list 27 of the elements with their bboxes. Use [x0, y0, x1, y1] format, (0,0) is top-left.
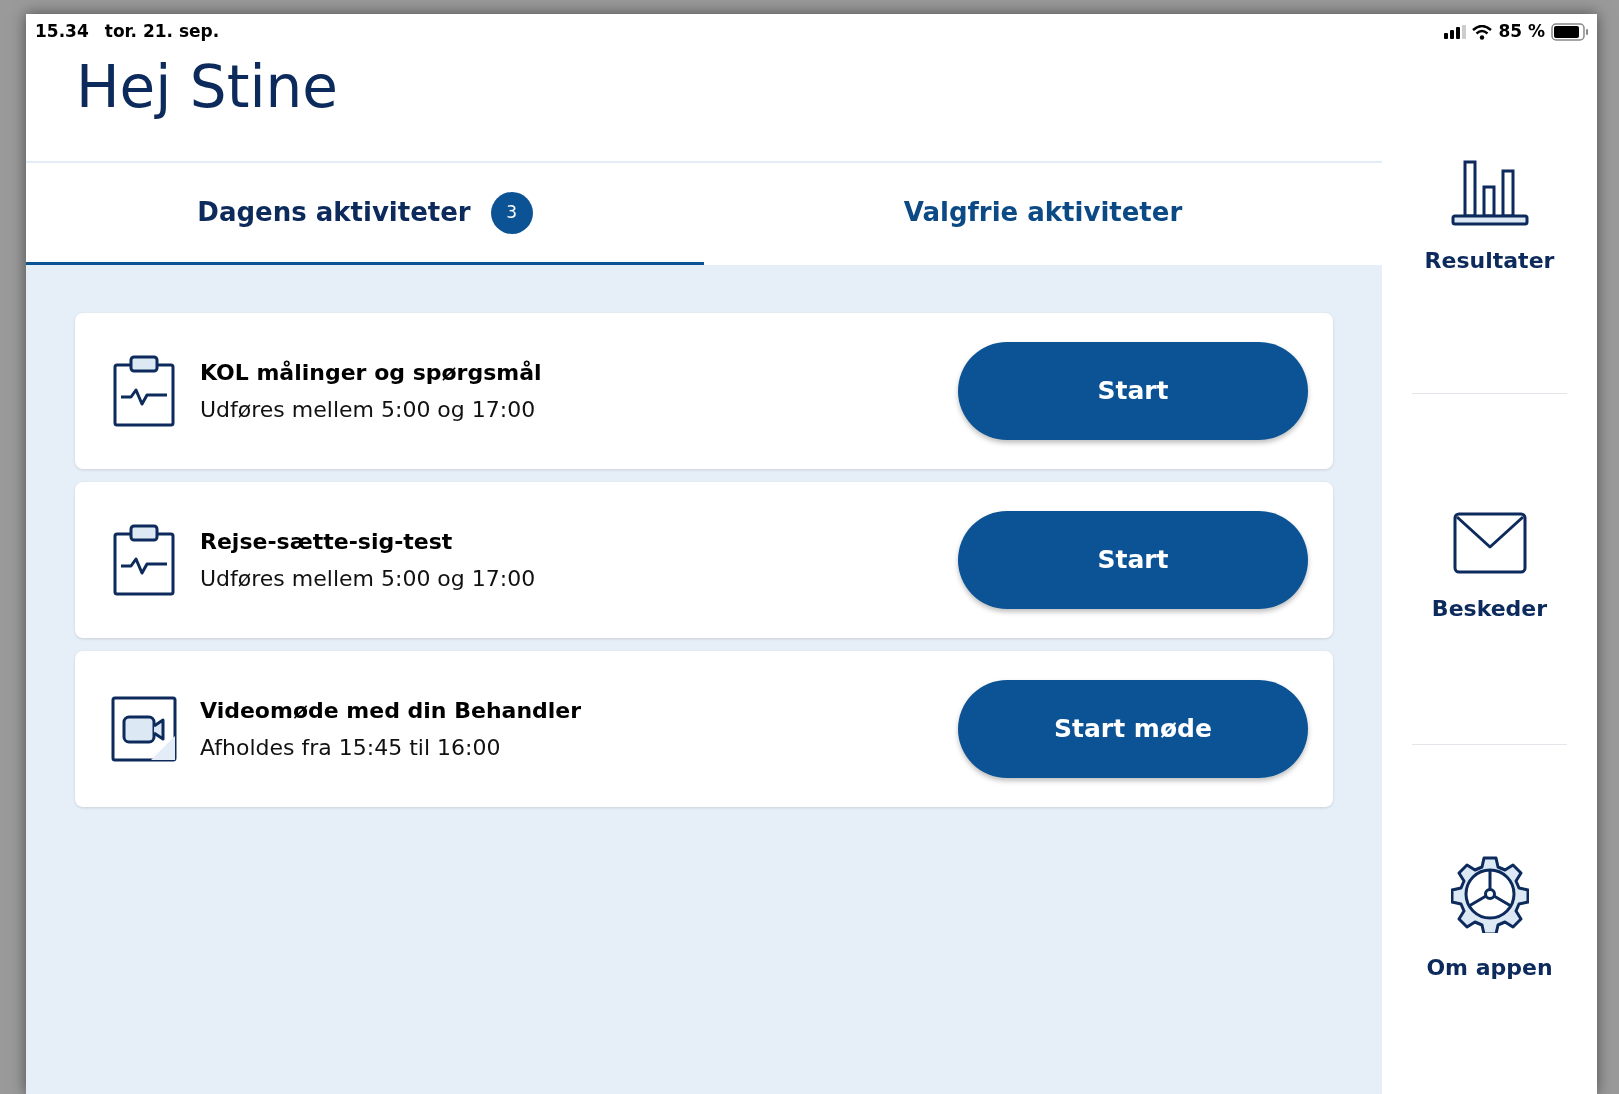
battery-percent: 85 % [1498, 20, 1545, 44]
clipboard-icon [113, 524, 175, 596]
activity-time: Udføres mellem 5:00 og 17:00 [200, 565, 536, 593]
activity-time: Udføres mellem 5:00 og 17:00 [200, 396, 536, 424]
start-button[interactable]: Start møde [958, 680, 1308, 778]
activity-title: KOL målinger og spørgsmål [200, 359, 542, 387]
clipboard-icon [113, 355, 175, 427]
status-time: 15.34 [35, 20, 89, 43]
start-button[interactable]: Start [958, 511, 1308, 609]
wifi-icon [1472, 24, 1493, 40]
battery-icon [1551, 23, 1589, 41]
sidebar-nav-item[interactable]: Om appen [1412, 744, 1567, 1094]
sidebar-nav-item[interactable]: Beskeder [1412, 394, 1567, 745]
signal-icon [1444, 25, 1467, 39]
status-date: tor. 21. sep. [104, 20, 220, 43]
greeting-title: Hej Stine [76, 51, 338, 123]
tab[interactable]: Valgfrie aktiviteter [704, 163, 1382, 265]
gear-icon [1450, 854, 1529, 933]
activity-title: Rejse-sætte-sig-test [200, 528, 453, 556]
envelope-icon [1452, 512, 1527, 575]
video-camera-icon [111, 696, 177, 762]
activity-time: Afholdes fra 15:45 til 16:00 [200, 734, 501, 762]
activity-title: Videomøde med din Behandler [200, 697, 582, 725]
count-badge: 3 [490, 191, 533, 234]
start-button[interactable]: Start [958, 342, 1308, 440]
sidebar-nav-item[interactable]: Resultater [1412, 44, 1567, 395]
bar-chart-icon [1450, 160, 1529, 227]
